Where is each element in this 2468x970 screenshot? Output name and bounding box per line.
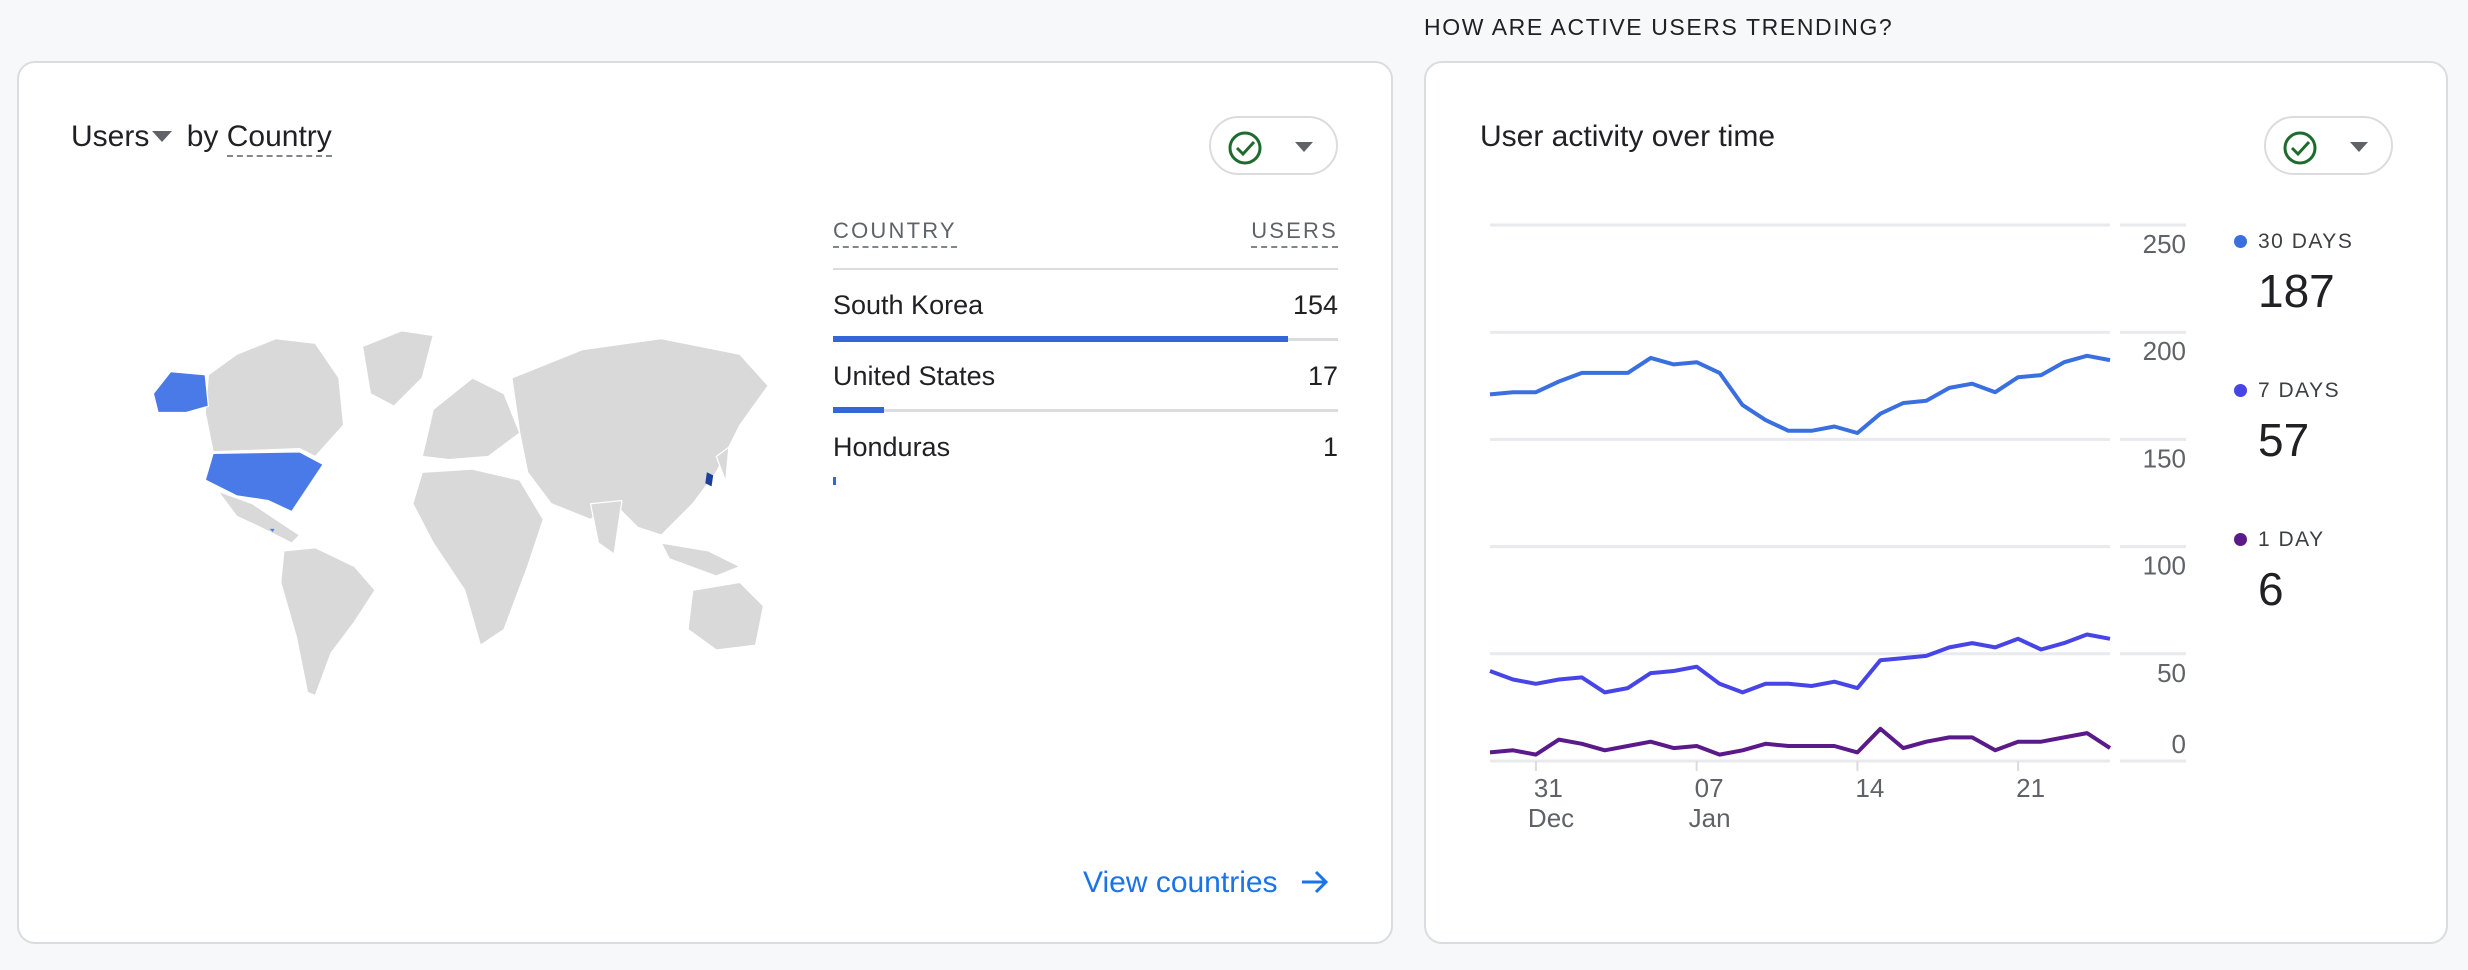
legend-value: 187 [2258,265,2335,317]
user-activity-chart: 0 50 100 150 200 250 31Dec 07Jan 14 21 [1489,223,2186,833]
legend-label: 1 DAY [2258,528,2325,551]
legend-label: 7 DAYS [2258,379,2341,402]
legend-dot-icon [2234,384,2247,397]
legend-dot-icon [2234,533,2247,546]
y-tick-label: 100 [2143,551,2186,581]
series-line-7-days [1489,632,2111,695]
series-line-30-days [1489,353,2111,435]
series-line-1-day [1489,726,2112,757]
legend-value: 57 [2258,414,2310,466]
y-tick-label: 50 [2157,658,2186,688]
x-tick-sublabel: Dec [1528,803,1574,833]
x-tick-label: 31 [1534,773,1563,803]
y-tick-label: 0 [2172,729,2186,759]
x-tick-sublabel: Jan [1689,803,1731,833]
legend-value: 6 [2258,563,2284,615]
y-tick-label: 200 [2143,336,2186,366]
legend-dot-icon [2234,235,2247,248]
x-tick-label: 21 [2016,773,2045,803]
x-tick-label: 14 [1855,773,1884,803]
y-tick-label: 150 [2143,443,2186,473]
x-tick-label: 07 [1695,773,1724,803]
legend-label: 30 DAYS [2258,230,2354,253]
y-tick-label: 250 [2143,229,2186,259]
